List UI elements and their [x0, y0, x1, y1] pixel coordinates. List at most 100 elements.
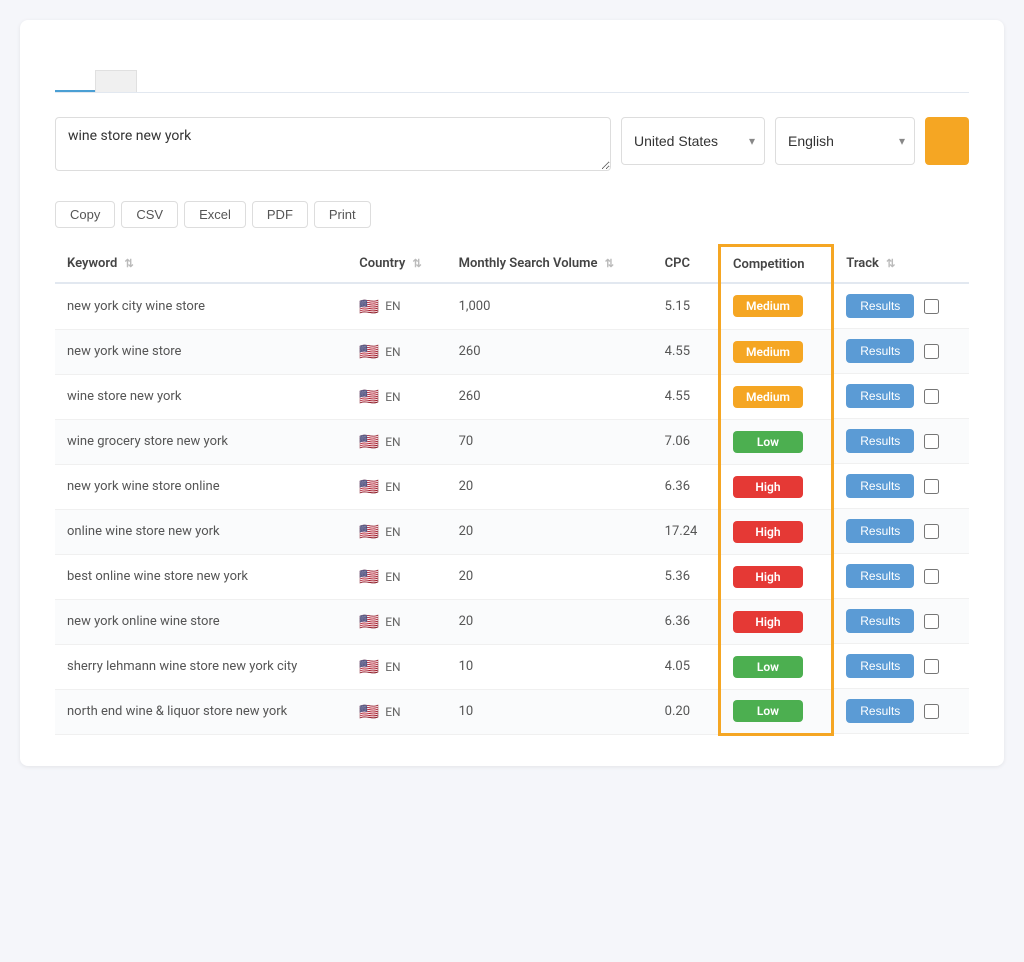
- cell-volume: 20: [447, 509, 653, 554]
- cell-cpc: 5.15: [653, 283, 720, 329]
- flag-icon: 🇺🇸: [359, 342, 379, 361]
- track-checkbox[interactable]: [924, 704, 939, 719]
- table-row: new york wine store online🇺🇸EN206.36High…: [55, 464, 969, 509]
- country-select-wrapper: United States United Kingdom Canada Aust…: [621, 117, 765, 165]
- cell-track: Results: [834, 419, 969, 464]
- lang-badge: EN: [385, 615, 400, 629]
- cell-volume: 20: [447, 599, 653, 644]
- sort-track-icon[interactable]: ⇅: [886, 257, 895, 270]
- results-button[interactable]: Results: [846, 384, 914, 408]
- cell-country: 🇺🇸EN: [347, 283, 446, 329]
- export-copy[interactable]: Copy: [55, 201, 115, 228]
- competition-badge: High: [733, 521, 803, 543]
- table-row: wine store new york🇺🇸EN2604.55MediumResu…: [55, 374, 969, 419]
- results-button[interactable]: Results: [846, 564, 914, 588]
- sort-keyword-icon[interactable]: ⇅: [125, 257, 134, 270]
- cell-competition: High: [719, 554, 832, 599]
- cell-volume: 20: [447, 554, 653, 599]
- results-button[interactable]: Results: [846, 609, 914, 633]
- cell-track: Results: [834, 644, 969, 689]
- cell-competition: Low: [719, 644, 832, 689]
- lang-badge: EN: [385, 660, 400, 674]
- export-pdf[interactable]: PDF: [252, 201, 308, 228]
- cell-competition: Medium: [719, 329, 832, 374]
- results-button[interactable]: Results: [846, 699, 914, 723]
- track-checkbox[interactable]: [924, 344, 939, 359]
- flag-icon: 🇺🇸: [359, 522, 379, 541]
- sort-country-icon[interactable]: ⇅: [413, 257, 422, 270]
- table-row: best online wine store new york🇺🇸EN205.3…: [55, 554, 969, 599]
- cell-competition: Low: [719, 419, 832, 464]
- search-area: United States United Kingdom Canada Aust…: [55, 117, 969, 171]
- track-checkbox[interactable]: [924, 389, 939, 404]
- track-checkbox[interactable]: [924, 434, 939, 449]
- results-button[interactable]: Results: [846, 339, 914, 363]
- cell-country: 🇺🇸EN: [347, 374, 446, 419]
- cell-country: 🇺🇸EN: [347, 689, 446, 734]
- competition-badge: Low: [733, 656, 803, 678]
- col-header-keyword: Keyword ⇅: [55, 246, 347, 284]
- tabs-bar: [55, 70, 969, 93]
- cell-cpc: 4.55: [653, 374, 720, 419]
- competition-badge: Medium: [733, 386, 803, 408]
- tab-search-by-keywords[interactable]: [55, 70, 95, 92]
- cell-competition: High: [719, 509, 832, 554]
- cell-track: Results: [834, 554, 969, 599]
- cell-track: Results: [834, 509, 969, 554]
- cell-volume: 1,000: [447, 283, 653, 329]
- track-checkbox[interactable]: [924, 479, 939, 494]
- cell-keyword: best online wine store new york: [55, 554, 347, 599]
- cell-keyword: online wine store new york: [55, 509, 347, 554]
- cell-keyword: north end wine & liquor store new york: [55, 689, 347, 734]
- cell-country: 🇺🇸EN: [347, 464, 446, 509]
- flag-icon: 🇺🇸: [359, 432, 379, 451]
- track-checkbox[interactable]: [924, 299, 939, 314]
- track-checkbox[interactable]: [924, 659, 939, 674]
- lang-badge: EN: [385, 525, 400, 539]
- track-checkbox[interactable]: [924, 524, 939, 539]
- results-button[interactable]: Results: [846, 294, 914, 318]
- cell-cpc: 4.55: [653, 329, 720, 374]
- flag-icon: 🇺🇸: [359, 567, 379, 586]
- cell-volume: 10: [447, 689, 653, 734]
- cell-track: Results: [834, 464, 969, 509]
- export-excel[interactable]: Excel: [184, 201, 246, 228]
- country-select[interactable]: United States United Kingdom Canada Aust…: [621, 117, 765, 165]
- col-header-competition: Competition: [719, 246, 832, 284]
- results-button[interactable]: Results: [846, 474, 914, 498]
- export-print[interactable]: Print: [314, 201, 371, 228]
- results-table: Keyword ⇅ Country ⇅ Monthly Search Volum…: [55, 244, 969, 736]
- results-button[interactable]: Results: [846, 654, 914, 678]
- lang-badge: EN: [385, 435, 400, 449]
- table-row: north end wine & liquor store new york🇺🇸…: [55, 689, 969, 734]
- export-csv[interactable]: CSV: [121, 201, 178, 228]
- table-row: new york online wine store🇺🇸EN206.36High…: [55, 599, 969, 644]
- col-header-volume: Monthly Search Volume ⇅: [447, 246, 653, 284]
- col-header-cpc: CPC: [653, 246, 720, 284]
- competition-badge: High: [733, 566, 803, 588]
- track-checkbox[interactable]: [924, 614, 939, 629]
- cell-cpc: 0.20: [653, 689, 720, 734]
- cell-volume: 260: [447, 329, 653, 374]
- sort-volume-icon[interactable]: ⇅: [605, 257, 614, 270]
- results-button[interactable]: Results: [846, 519, 914, 543]
- lang-badge: EN: [385, 570, 400, 584]
- research-button[interactable]: [925, 117, 969, 165]
- results-button[interactable]: Results: [846, 429, 914, 453]
- cell-country: 🇺🇸 EN: [347, 509, 446, 554]
- lang-badge: EN: [385, 390, 400, 404]
- table-row: new york city wine store🇺🇸EN1,0005.15Med…: [55, 283, 969, 329]
- keyword-input[interactable]: [55, 117, 611, 171]
- cell-track: Results: [834, 284, 969, 329]
- cell-keyword: new york online wine store: [55, 599, 347, 644]
- cell-keyword: new york city wine store: [55, 283, 347, 329]
- results-section: Copy CSV Excel PDF Print Keyword ⇅ Count…: [55, 201, 969, 736]
- search-row: United States United Kingdom Canada Aust…: [55, 117, 969, 171]
- table-row: wine grocery store new york🇺🇸EN707.06Low…: [55, 419, 969, 464]
- flag-icon: 🇺🇸: [359, 657, 379, 676]
- tab-search-by-domain[interactable]: [95, 70, 137, 92]
- track-checkbox[interactable]: [924, 569, 939, 584]
- language-select[interactable]: English French Spanish German: [775, 117, 915, 165]
- cell-track: Results: [834, 599, 969, 644]
- competition-badge: Medium: [733, 341, 803, 363]
